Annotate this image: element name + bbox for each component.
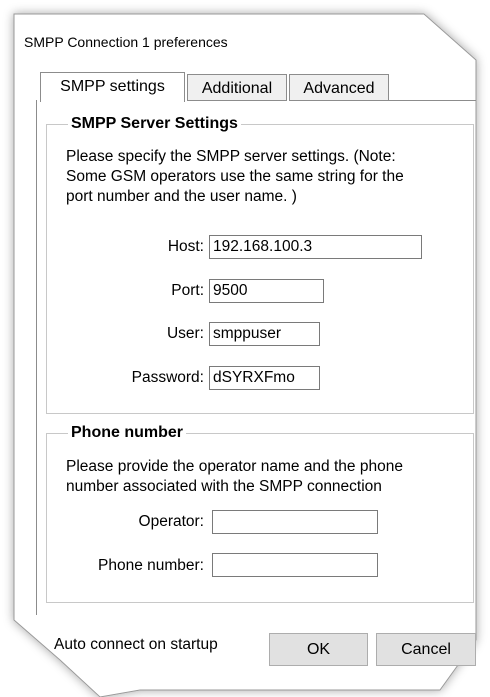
user-label: User: [166,325,204,342]
port-field[interactable]: 9500 [209,279,324,303]
ok-button[interactable]: OK [269,633,368,666]
port-label: Port: [171,282,204,299]
server-description-line: port number and the user name. ) [66,188,297,205]
smpp-server-group-title: SMPP Server Settings [68,115,241,133]
user-field[interactable]: smppuser [209,322,320,346]
tab-smpp-settings[interactable]: SMPP settings [40,72,185,102]
operator-label: Operator: [138,513,204,530]
cancel-button[interactable]: Cancel [376,633,476,666]
operator-field[interactable] [212,510,378,534]
server-description-line: Please specify the SMPP server settings.… [66,148,396,165]
tab-label: SMPP settings [60,78,165,95]
password-label: Password: [131,369,204,386]
host-field[interactable]: 192.168.100.3 [209,235,422,259]
window-title: SMPP Connection 1 preferences [24,34,228,50]
phone-number-group-title: Phone number [68,424,187,442]
phone-description-line: Please provide the operator name and the… [66,458,403,475]
phone-number-label: Phone number: [98,557,204,574]
password-field[interactable]: dSYRXFmo [209,366,320,390]
phone-number-field[interactable] [212,553,378,577]
auto-connect-checkbox[interactable]: Auto connect on startup [54,636,218,654]
tab-label: Additional [201,80,273,97]
host-label: Host: [167,238,204,255]
server-description-line: Some GSM operators use the same string f… [66,168,404,185]
tab-label: Advanced [303,80,375,97]
phone-description-line: number associated with the SMPP connecti… [66,478,382,495]
tab-additional[interactable]: Additional [187,74,287,101]
tab-advanced[interactable]: Advanced [289,74,389,101]
